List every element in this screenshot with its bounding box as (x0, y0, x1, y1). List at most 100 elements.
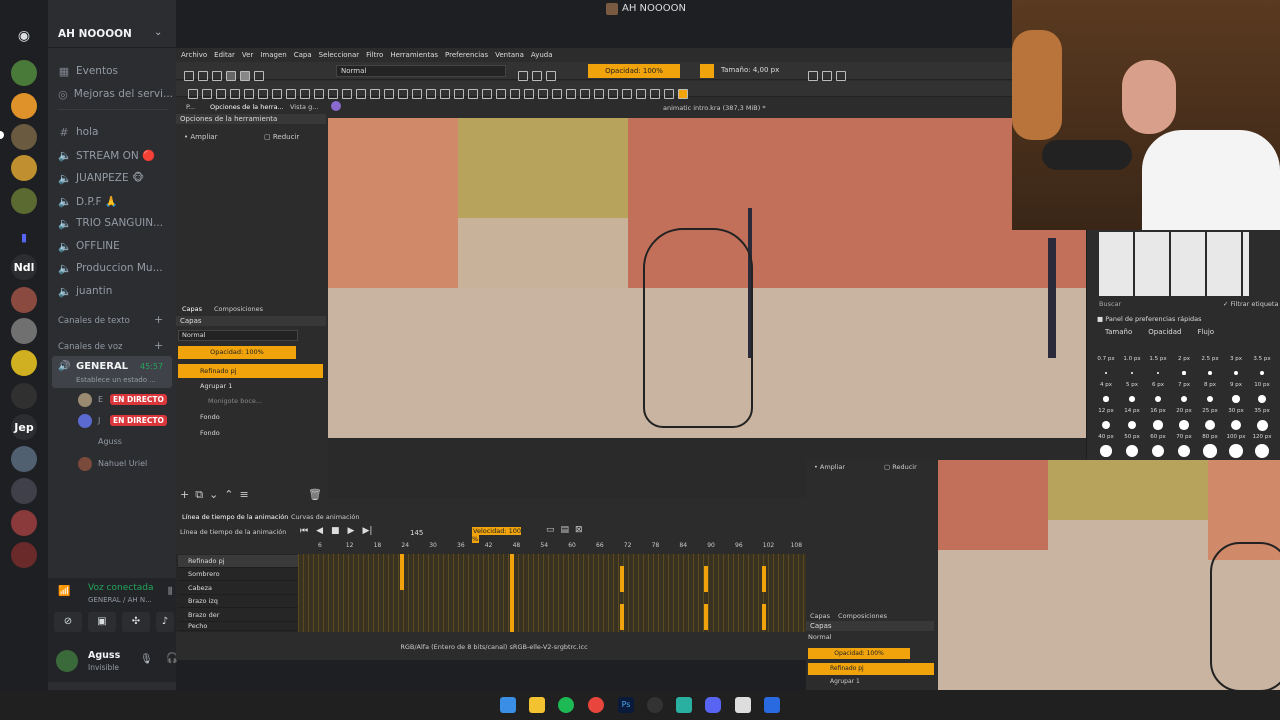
save-icon[interactable] (212, 70, 222, 81)
text-tool-icon[interactable] (202, 88, 212, 99)
layer-opacity-slider[interactable]: Opacidad: 100% (178, 346, 296, 359)
transform-icon[interactable] (384, 88, 394, 99)
keyframe[interactable] (704, 604, 708, 630)
crop-icon[interactable] (836, 70, 846, 81)
brush-size-option[interactable]: 80 px (1197, 434, 1223, 460)
brush-size-option[interactable]: 10 px (1249, 382, 1275, 408)
colorize-mask-icon[interactable] (454, 88, 464, 99)
discord-home-icon[interactable]: ◉ (11, 23, 37, 49)
tab-p[interactable]: P... (186, 103, 195, 111)
rectangle-tool-icon[interactable] (272, 88, 282, 99)
tab-animation-timeline[interactable]: Línea de tiempo de la animación (182, 513, 288, 521)
camera-off-button[interactable]: ⊘ (54, 612, 82, 632)
add-channel-icon[interactable]: + (154, 313, 163, 326)
polyline-tool-icon[interactable] (314, 88, 324, 99)
channel-voice[interactable]: 🔈 OFFLINE (58, 236, 173, 256)
brush-size-option[interactable]: 30 px (1223, 408, 1249, 434)
brush-size-option[interactable]: 5 px (1119, 382, 1145, 408)
layer-row[interactable]: Fondo (178, 410, 323, 424)
voice-user[interactable]: E EN DIRECTO (78, 392, 173, 408)
reference-tool-icon[interactable] (538, 88, 548, 99)
measure-tool-icon[interactable] (524, 88, 534, 99)
mirror-blend[interactable]: Normal (808, 633, 832, 641)
brush-size-option[interactable]: 40 px (1093, 434, 1119, 460)
mirror-horizontal-icon[interactable] (808, 70, 818, 81)
opacity-slider[interactable]: Opacidad: 100% (588, 64, 680, 78)
voice-user[interactable]: J EN DIRECTO (78, 413, 173, 429)
brush-size-option[interactable]: 1.0 px (1119, 356, 1145, 382)
brush-size-option[interactable]: 120 px (1249, 434, 1275, 460)
chrome-icon[interactable] (588, 697, 604, 713)
bezier-select-icon[interactable] (636, 88, 646, 99)
chevron-down-icon[interactable]: ⌄ (154, 27, 162, 38)
server-icon[interactable] (11, 155, 37, 181)
keyframe[interactable] (510, 554, 514, 632)
rect-select-icon[interactable] (552, 88, 562, 99)
multibrush-icon[interactable] (370, 88, 380, 99)
next-frame-icon[interactable]: ▶| (362, 526, 372, 536)
brush-search[interactable]: Buscar (1099, 300, 1121, 308)
section-text-header[interactable]: Canales de texto (58, 316, 130, 326)
move-icon[interactable] (398, 88, 408, 99)
open-icon[interactable] (198, 70, 208, 81)
server-icon[interactable] (11, 383, 37, 409)
menu-herramientas[interactable]: Herramientas (390, 51, 438, 59)
brush-size-option[interactable]: 0.7 px (1093, 356, 1119, 382)
move-up-icon[interactable]: ⌃ (224, 488, 233, 502)
keyframe[interactable] (762, 604, 766, 630)
dynamic-brush-icon[interactable] (356, 88, 366, 99)
channel-boosts[interactable]: ◎ Mejoras del servi... (58, 84, 173, 104)
obs-icon[interactable] (647, 697, 663, 713)
canvas[interactable] (328, 118, 1086, 438)
folder-icon[interactable]: ▮ (11, 224, 37, 250)
zoom-out-option[interactable]: ▢ Reducir (264, 133, 299, 141)
menu-ayuda[interactable]: Ayuda (531, 51, 553, 59)
audio-icon[interactable]: ▤ (561, 525, 570, 535)
menu-archivo[interactable]: Archivo (181, 51, 207, 59)
ellipse-tool-icon[interactable] (286, 88, 296, 99)
playback-speed[interactable]: Velocidad: 100 % (472, 527, 524, 543)
edit-shape-icon[interactable] (216, 88, 226, 99)
voice-channel-general[interactable]: 🔊 GENERAL 45:57 Establece un estado ... (52, 356, 172, 388)
settings-icon[interactable]: ⊠ (575, 525, 583, 535)
brush-size-option[interactable]: 2.5 px (1197, 356, 1223, 382)
reload-icon[interactable] (546, 70, 556, 81)
tab-size[interactable]: Tamaño (1105, 328, 1132, 336)
screen-share-button[interactable]: ▣ (88, 612, 116, 632)
server-icon[interactable] (11, 287, 37, 313)
brush-tool-icon[interactable] (244, 88, 254, 99)
menu-filtro[interactable]: Filtro (366, 51, 383, 59)
channel-events[interactable]: ▦ Eventos (58, 61, 173, 81)
server-icon[interactable] (11, 542, 37, 568)
server-icon[interactable] (11, 510, 37, 536)
activities-button[interactable]: ✣ (122, 612, 150, 632)
mirror-layer-row[interactable]: Agrupar 1 (830, 678, 860, 685)
zoom-tool-icon[interactable] (664, 88, 674, 99)
enclose-fill-icon[interactable] (496, 88, 506, 99)
keyframe[interactable] (620, 604, 624, 630)
gradient-tool-icon[interactable] (426, 88, 436, 99)
smart-patch-icon[interactable] (468, 88, 478, 99)
mirror-zoom-out[interactable]: ▢ Reducir (884, 463, 917, 471)
line-tool-icon[interactable] (258, 88, 268, 99)
server-icon[interactable] (11, 60, 37, 86)
channel-voice[interactable]: 🔈 STREAM ON 🔴 (58, 145, 173, 165)
bezier-tool-icon[interactable] (328, 88, 338, 99)
tab-opacity[interactable]: Opacidad (1148, 328, 1181, 336)
alpha-lock-icon[interactable] (532, 70, 542, 81)
fill-tool-icon[interactable] (482, 88, 492, 99)
mirror-opacity[interactable]: Opacidad: 100% (808, 648, 910, 659)
layer-row[interactable]: Refinado pj (178, 364, 323, 378)
mirror-layer-row[interactable]: Refinado pj (808, 663, 934, 675)
brush-size-option[interactable]: 14 px (1119, 408, 1145, 434)
app-icon[interactable] (764, 697, 780, 713)
server-icon[interactable] (11, 188, 37, 214)
layer-blend-select[interactable]: Normal (178, 330, 298, 341)
server-icon[interactable] (11, 93, 37, 119)
size-slider[interactable]: Tamaño: 4,00 px (721, 66, 779, 74)
brush-size-option[interactable]: 16 px (1145, 408, 1171, 434)
mirror-zoom-in[interactable]: • Ampliar (814, 463, 845, 471)
menu-ventana[interactable]: Ventana (495, 51, 524, 59)
stop-icon[interactable]: ■ (331, 526, 340, 536)
color-swatch[interactable] (700, 64, 714, 78)
